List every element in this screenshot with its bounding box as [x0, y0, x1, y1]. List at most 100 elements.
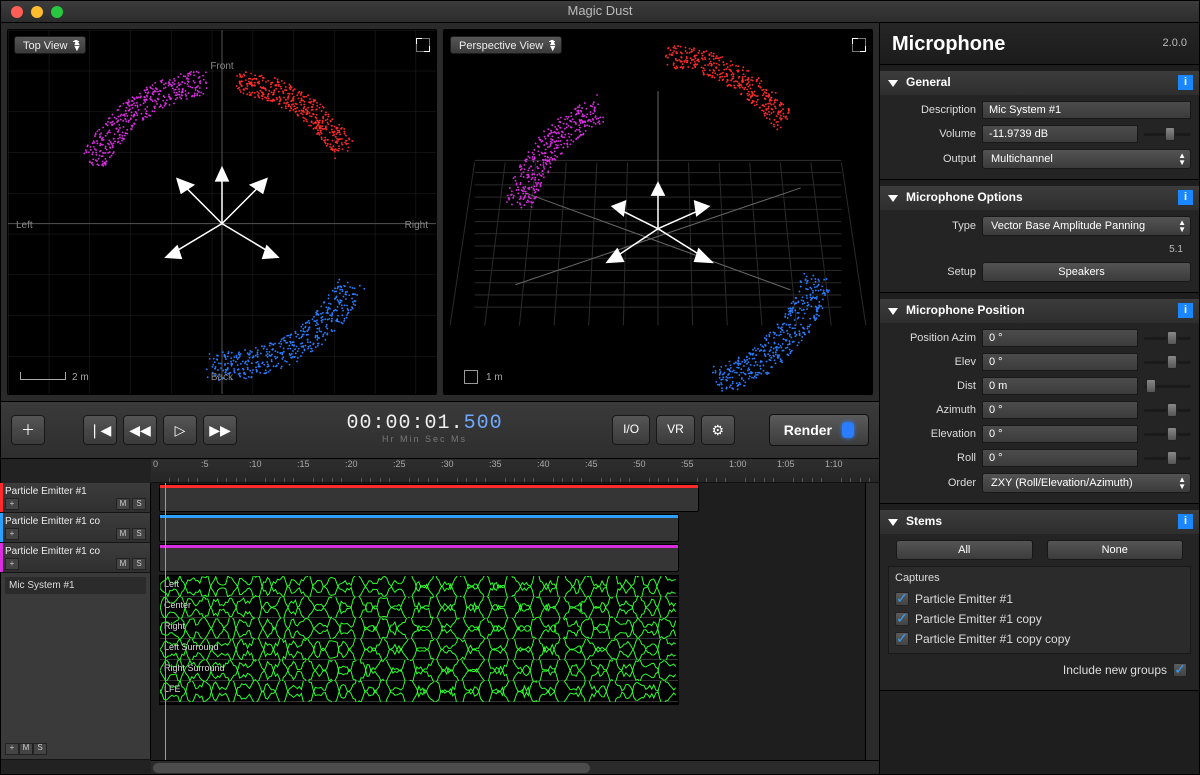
- info-icon[interactable]: i: [1178, 190, 1193, 205]
- render-button[interactable]: Render: [769, 414, 869, 446]
- section-toggle[interactable]: General i: [880, 71, 1199, 95]
- capture-checkbox[interactable]: [895, 632, 909, 646]
- viewport-perspective[interactable]: Perspective View ▲▼: [443, 29, 873, 395]
- pos-slider[interactable]: [1144, 330, 1191, 346]
- render-indicator-icon: [842, 422, 854, 438]
- viewport-top[interactable]: Top View ▲▼: [7, 29, 437, 395]
- info-icon[interactable]: i: [1178, 75, 1193, 90]
- section-stems: Stems i All None Captures Particle Emitt…: [880, 510, 1199, 691]
- pos-field[interactable]: [982, 353, 1138, 371]
- section-toggle[interactable]: Microphone Position i: [880, 299, 1199, 323]
- pos-field[interactable]: [982, 425, 1138, 443]
- clip[interactable]: [159, 484, 699, 512]
- capture-row[interactable]: Particle Emitter #1 copy: [895, 609, 1184, 629]
- vertical-scrollbar[interactable]: [865, 483, 879, 760]
- window-title: Magic Dust: [1, 3, 1199, 20]
- section-general: General i Description Volume Output Mult…: [880, 71, 1199, 180]
- capture-row[interactable]: Particle Emitter #1 copy copy: [895, 629, 1184, 649]
- pos-field[interactable]: [982, 449, 1138, 467]
- playhead[interactable]: [165, 483, 166, 760]
- track-add-icon[interactable]: +: [5, 498, 19, 510]
- mute-button[interactable]: M: [116, 558, 130, 570]
- solo-button[interactable]: S: [33, 743, 47, 755]
- horizontal-scrollbar[interactable]: [151, 760, 879, 774]
- section-toggle[interactable]: Stems i: [880, 510, 1199, 534]
- transport-bar: ＋ ❘◀ ◀◀ ▷ ▶▶ 00:00:01.500 Hr Min Sec Ms …: [1, 401, 879, 459]
- waveform-channel: Right: [160, 618, 678, 639]
- pos-field[interactable]: [982, 377, 1138, 395]
- pos-field[interactable]: [982, 329, 1138, 347]
- pos-slider[interactable]: [1144, 402, 1191, 418]
- mute-button[interactable]: M: [116, 528, 130, 540]
- scale-bar: 2 m: [20, 371, 89, 384]
- waveform-channel: Left: [160, 576, 678, 597]
- pos-field[interactable]: [982, 401, 1138, 419]
- capture-checkbox[interactable]: [895, 612, 909, 626]
- fast-forward-button[interactable]: ▶▶: [203, 415, 237, 445]
- disclosure-icon: [888, 308, 898, 315]
- order-select[interactable]: ZXY (Roll/Elevation/Azimuth)▲▼: [982, 473, 1191, 493]
- fullscreen-icon[interactable]: [852, 38, 866, 52]
- view-mode-label: Top View: [23, 40, 67, 52]
- track-add-icon[interactable]: +: [5, 558, 19, 570]
- include-checkbox[interactable]: [1173, 663, 1187, 677]
- mute-button[interactable]: M: [116, 498, 130, 510]
- info-icon[interactable]: i: [1178, 514, 1193, 529]
- inspector-header: Microphone 2.0.0: [880, 23, 1199, 65]
- vr-button[interactable]: VR: [656, 415, 695, 445]
- clip[interactable]: [159, 514, 679, 542]
- solo-button[interactable]: S: [132, 528, 146, 540]
- solo-button[interactable]: S: [132, 498, 146, 510]
- clip[interactable]: [159, 544, 679, 572]
- pos-slider[interactable]: [1144, 426, 1191, 442]
- mic-track-header[interactable]: Mic System #1 +MS: [1, 573, 150, 760]
- stems-none-button[interactable]: None: [1047, 540, 1184, 560]
- include-label: Include new groups: [1063, 663, 1167, 679]
- fullscreen-icon[interactable]: [416, 38, 430, 52]
- label-right: Right: [405, 219, 428, 232]
- section-position: Microphone Position i Position AzimElevD…: [880, 299, 1199, 504]
- settings-button[interactable]: ⚙: [701, 415, 735, 445]
- disclosure-icon: [888, 195, 898, 202]
- output-select[interactable]: Multichannel▲▼: [982, 149, 1191, 169]
- solo-button[interactable]: S: [132, 558, 146, 570]
- section-toggle[interactable]: Microphone Options i: [880, 186, 1199, 210]
- speakers-button[interactable]: Speakers: [982, 262, 1191, 282]
- mute-button[interactable]: M: [19, 743, 33, 755]
- time-ruler[interactable]: 0:5:10:15:20:25:30:35:40:45:50:551:001:0…: [151, 459, 879, 483]
- add-button[interactable]: ＋: [11, 415, 45, 445]
- view-mode-select[interactable]: Perspective View ▲▼: [450, 36, 562, 54]
- inspector-panel: Microphone 2.0.0 General i Description V…: [879, 23, 1199, 774]
- pos-slider[interactable]: [1144, 450, 1191, 466]
- description-field[interactable]: [982, 101, 1191, 119]
- info-icon[interactable]: i: [1178, 303, 1193, 318]
- mic-type-select[interactable]: Vector Base Amplitude Panning▲▼: [982, 216, 1191, 236]
- disclosure-icon: [888, 519, 898, 526]
- track-header[interactable]: Particle Emitter #1+MS: [1, 483, 150, 513]
- pos-slider[interactable]: [1144, 378, 1191, 394]
- volume-slider[interactable]: [1144, 126, 1191, 142]
- go-start-button[interactable]: ❘◀: [83, 415, 117, 445]
- volume-field[interactable]: [982, 125, 1138, 143]
- stems-all-button[interactable]: All: [896, 540, 1033, 560]
- titlebar: Magic Dust: [1, 1, 1199, 23]
- pos-slider[interactable]: [1144, 354, 1191, 370]
- track-header[interactable]: Particle Emitter #1 co+MS: [1, 543, 150, 573]
- waveform-channel: Right Surround: [160, 660, 678, 681]
- play-button[interactable]: ▷: [163, 415, 197, 445]
- disclosure-icon: [888, 80, 898, 87]
- label-back: Back: [211, 371, 233, 384]
- view-mode-label: Perspective View: [459, 40, 543, 52]
- view-mode-select[interactable]: Top View ▲▼: [14, 36, 86, 54]
- track-add-icon[interactable]: +: [5, 743, 19, 755]
- rewind-button[interactable]: ◀◀: [123, 415, 157, 445]
- app-window: Magic Dust Top View ▲▼: [0, 0, 1200, 775]
- io-button[interactable]: I/O: [612, 415, 650, 445]
- track-area[interactable]: LeftCenterRightLeft SurroundRight Surrou…: [151, 483, 865, 760]
- track-add-icon[interactable]: +: [5, 528, 19, 540]
- section-options: Microphone Options i Type Vector Base Am…: [880, 186, 1199, 293]
- top-view-canvas: [8, 30, 436, 395]
- track-header[interactable]: Particle Emitter #1 co+MS: [1, 513, 150, 543]
- capture-checkbox[interactable]: [895, 592, 909, 606]
- capture-row[interactable]: Particle Emitter #1: [895, 589, 1184, 609]
